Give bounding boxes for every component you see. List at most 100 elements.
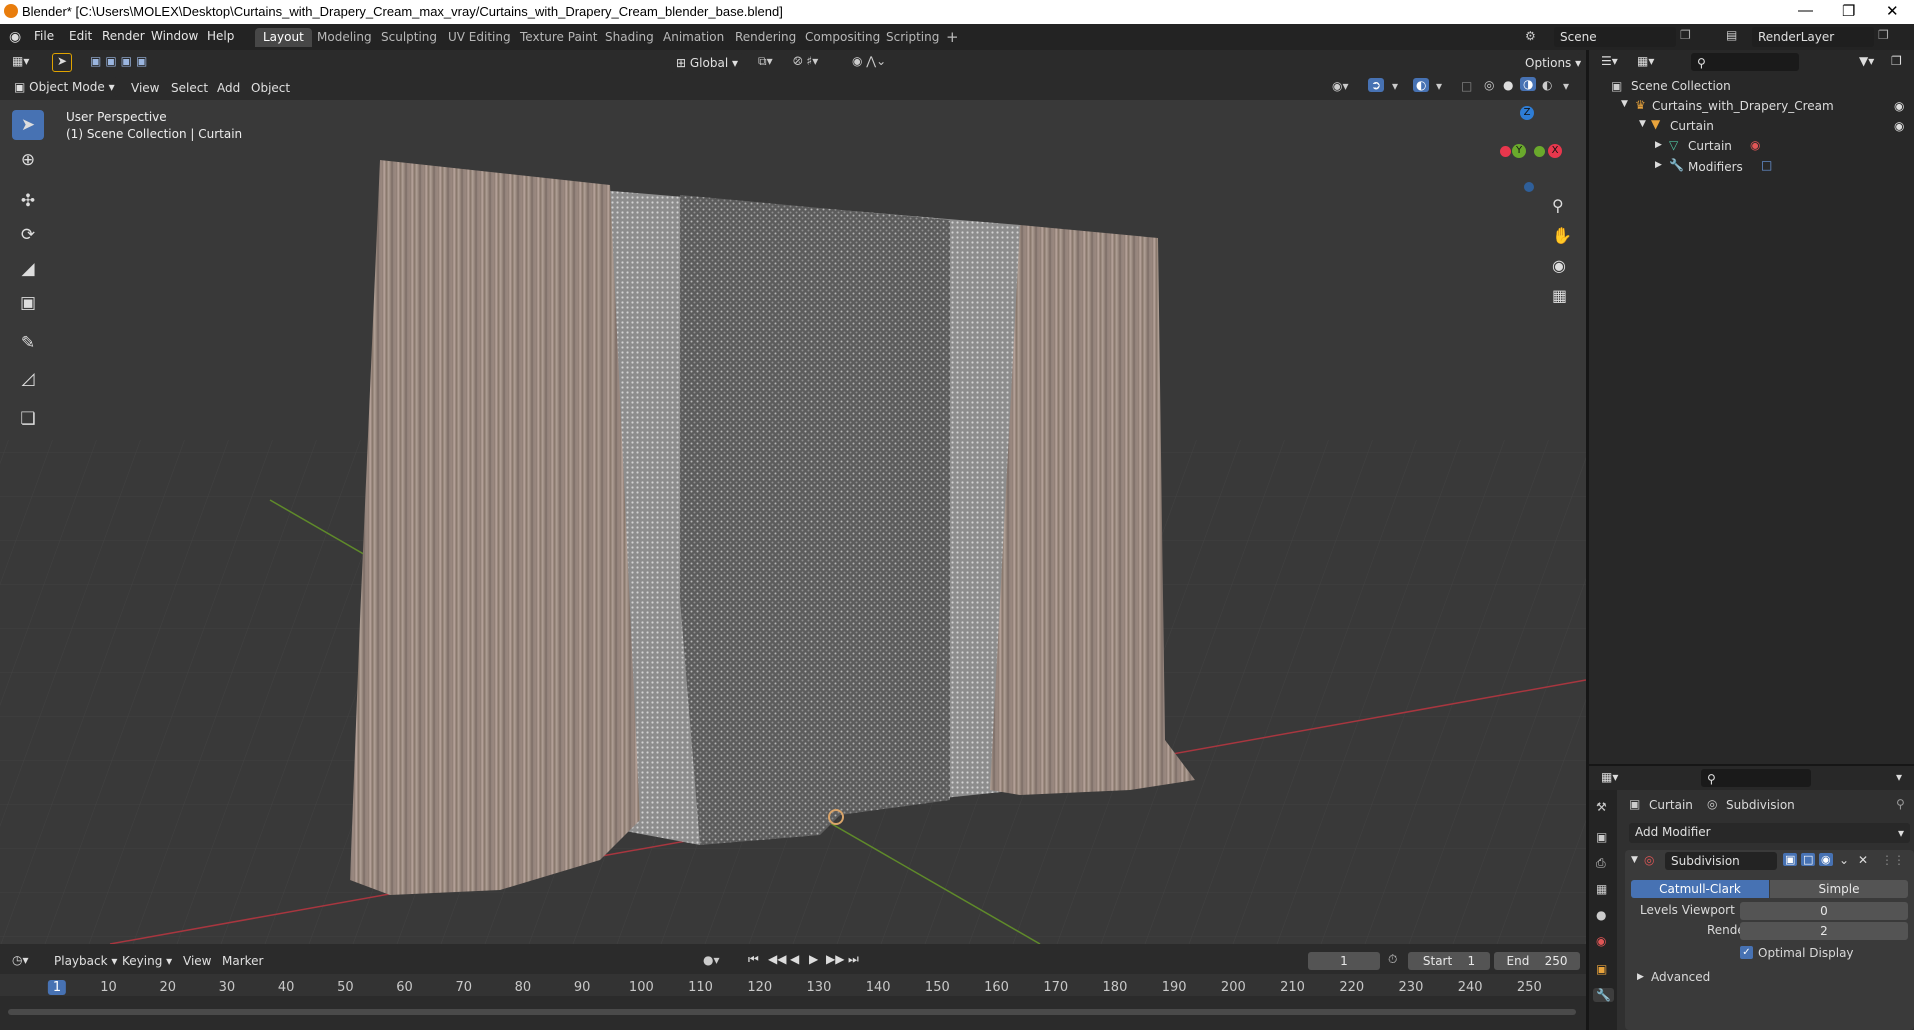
simple-button[interactable]: Simple (1770, 880, 1908, 898)
new-render-layer-icon[interactable]: ❐ (1878, 28, 1889, 42)
render-tab-icon[interactable]: ▣ (1596, 830, 1607, 844)
editor-type-icon[interactable]: ▦▾ (12, 54, 29, 68)
snap-icon[interactable]: ⦼ ♯▾ (793, 54, 818, 69)
transform-orientation-dropdown[interactable]: ⊞ Global ▾ (670, 53, 744, 73)
outliner-item-modifiers[interactable]: Modifiers (1688, 160, 1743, 174)
outliner-item-mesh[interactable]: Curtain (1688, 139, 1732, 153)
tab-uv-editing[interactable]: UV Editing (440, 28, 519, 47)
world-tab-icon[interactable]: ◉ (1596, 934, 1606, 948)
scene-selector[interactable]: Scene (1554, 27, 1676, 47)
autokey-record-icon[interactable]: ●▾ (703, 953, 720, 967)
tool-tab-icon[interactable]: ⚒ (1596, 800, 1607, 814)
xray-icon[interactable]: □ (1461, 79, 1472, 93)
camera-view-icon[interactable]: ◉ (1552, 256, 1566, 275)
tab-shading[interactable]: Shading (597, 28, 662, 47)
viewport-menu-object[interactable]: Object (251, 81, 290, 95)
select-mode-icon[interactable]: ➤ (52, 53, 72, 72)
filter-icon[interactable]: ▼▾ (1859, 54, 1874, 68)
tab-rendering[interactable]: Rendering (727, 28, 804, 47)
object-tab-icon[interactable]: ▣ (1596, 962, 1607, 976)
tab-animation[interactable]: Animation (655, 28, 732, 47)
menu-render[interactable]: Render (102, 29, 145, 43)
gizmo-z-axis[interactable]: Z (1520, 106, 1534, 120)
properties-options-icon[interactable]: ▾ (1896, 770, 1902, 784)
render-toggle-icon[interactable]: ◉ (1819, 853, 1833, 866)
transform-tool[interactable]: ▣ (12, 288, 44, 318)
panel-collapse-icon[interactable]: ▼ (1631, 855, 1638, 865)
tab-modeling[interactable]: Modeling (309, 28, 380, 47)
move-tool[interactable]: ✣ (12, 186, 44, 216)
ortho-toggle-icon[interactable]: ▦ (1552, 286, 1567, 305)
timeline-menu-view[interactable]: View (183, 954, 211, 968)
current-frame-field[interactable]: 1 (1308, 952, 1380, 970)
render-layer-selector[interactable]: RenderLayer (1752, 27, 1874, 47)
gizmo-neg-x[interactable] (1500, 146, 1511, 157)
gizmo-y-axis[interactable]: Y (1512, 144, 1526, 158)
pan-hand-icon[interactable]: ✋ (1552, 226, 1572, 245)
horizontal-divider[interactable] (1589, 764, 1914, 766)
options-dropdown[interactable]: Options ▾ (1519, 53, 1581, 73)
expand-arrow-icon[interactable]: ▼ (1621, 99, 1628, 109)
jump-end-icon[interactable]: ⏭ (848, 952, 859, 967)
outliner-item-collection[interactable]: Curtains_with_Drapery_Cream (1652, 99, 1834, 113)
scale-tool[interactable]: ◢ (12, 254, 44, 284)
tab-texture-paint[interactable]: Texture Paint (512, 28, 605, 47)
new-scene-icon[interactable]: ❐ (1680, 28, 1691, 42)
viewport-menu-add[interactable]: Add (217, 81, 240, 95)
end-frame-field[interactable]: End 250 (1494, 952, 1580, 970)
menu-help[interactable]: Help (207, 29, 234, 43)
proportional-edit-icon[interactable]: ◉ ⋀⌄ (852, 54, 886, 68)
zoom-icon[interactable]: ⚲ (1552, 196, 1564, 215)
menu-file[interactable]: File (34, 29, 54, 43)
wireframe-shading-icon[interactable]: ◎ (1484, 78, 1494, 92)
view-layer-tab-icon[interactable]: ▦ (1596, 882, 1607, 896)
tab-scripting[interactable]: Scripting (878, 28, 947, 47)
minimize-button[interactable]: — (1798, 2, 1813, 19)
properties-search-field[interactable]: ⚲ (1701, 769, 1811, 787)
tab-compositing[interactable]: Compositing (797, 28, 888, 47)
timeline-scrollbar[interactable] (8, 1009, 1576, 1015)
overlay-dropdown-icon[interactable]: ▾ (1436, 79, 1442, 93)
play-icon[interactable]: ▶ (809, 952, 818, 966)
expand-arrow-icon[interactable]: ▶ (1655, 140, 1662, 150)
remove-modifier-icon[interactable]: ✕ (1858, 853, 1868, 867)
collection-visibility-icon[interactable]: ◉ (1894, 99, 1904, 113)
tab-sculpting[interactable]: Sculpting (373, 28, 445, 47)
tab-layout[interactable]: Layout (255, 28, 312, 47)
gizmo-x-axis[interactable]: X (1548, 144, 1562, 158)
outliner-root[interactable]: Scene Collection (1631, 79, 1731, 93)
restore-button[interactable]: ❐ (1842, 2, 1855, 20)
outliner-search-field[interactable]: ⚲ (1691, 53, 1799, 71)
outliner-item-object[interactable]: Curtain (1670, 119, 1714, 133)
overlay-toggle-icon[interactable]: ◐ (1413, 78, 1430, 92)
timeline-editor-icon[interactable]: ◷▾ (12, 953, 29, 967)
modifier-tab-icon[interactable]: 🔧 (1593, 988, 1614, 1002)
preview-range-icon[interactable]: ⏱ (1388, 952, 1397, 967)
measure-tool[interactable]: ◿ (12, 364, 44, 394)
advanced-section-label[interactable]: Advanced (1651, 970, 1710, 984)
gizmo-toggle-icon[interactable]: ➲ (1368, 78, 1385, 92)
gizmo-neg-y[interactable] (1534, 146, 1545, 157)
timeline-menu-playback[interactable]: Playback ▾ (54, 954, 117, 968)
select-box-mode-icons[interactable]: ▣▣▣▣ (90, 54, 151, 68)
optimal-display-checkbox[interactable]: ✓ (1740, 946, 1753, 959)
modifier-menu-icon[interactable]: ⌄ (1839, 853, 1849, 867)
scene-tab-icon[interactable]: ● (1596, 908, 1606, 922)
viewport-menu-select[interactable]: Select (171, 81, 208, 95)
close-button[interactable]: ✕ (1886, 2, 1899, 20)
render-levels-field[interactable]: 2 (1740, 922, 1908, 940)
vertical-divider[interactable] (1586, 50, 1589, 1030)
drag-handle-icon[interactable]: ⋮⋮ (1881, 853, 1905, 867)
modifier-name-field[interactable]: Subdivision (1665, 852, 1777, 870)
edit-mode-toggle-icon[interactable]: ▣ (1783, 853, 1798, 866)
viewport-menu-view[interactable]: View (131, 81, 159, 95)
pivot-icon[interactable]: ⧉▾ (758, 54, 773, 69)
levels-viewport-field[interactable]: 0 (1740, 902, 1908, 920)
shading-dropdown-icon[interactable]: ▾ (1563, 79, 1569, 93)
prev-keyframe-icon[interactable]: ◀◀ (768, 952, 786, 966)
timeline-menu-keying[interactable]: Keying ▾ (122, 954, 172, 968)
select-box-tool[interactable]: ➤ (12, 110, 44, 140)
3d-viewport[interactable]: User Perspective (1) Scene Collection | … (0, 100, 1586, 944)
add-cube-tool[interactable]: ❏ (12, 404, 44, 434)
start-frame-field[interactable]: Start 1 (1408, 952, 1490, 970)
